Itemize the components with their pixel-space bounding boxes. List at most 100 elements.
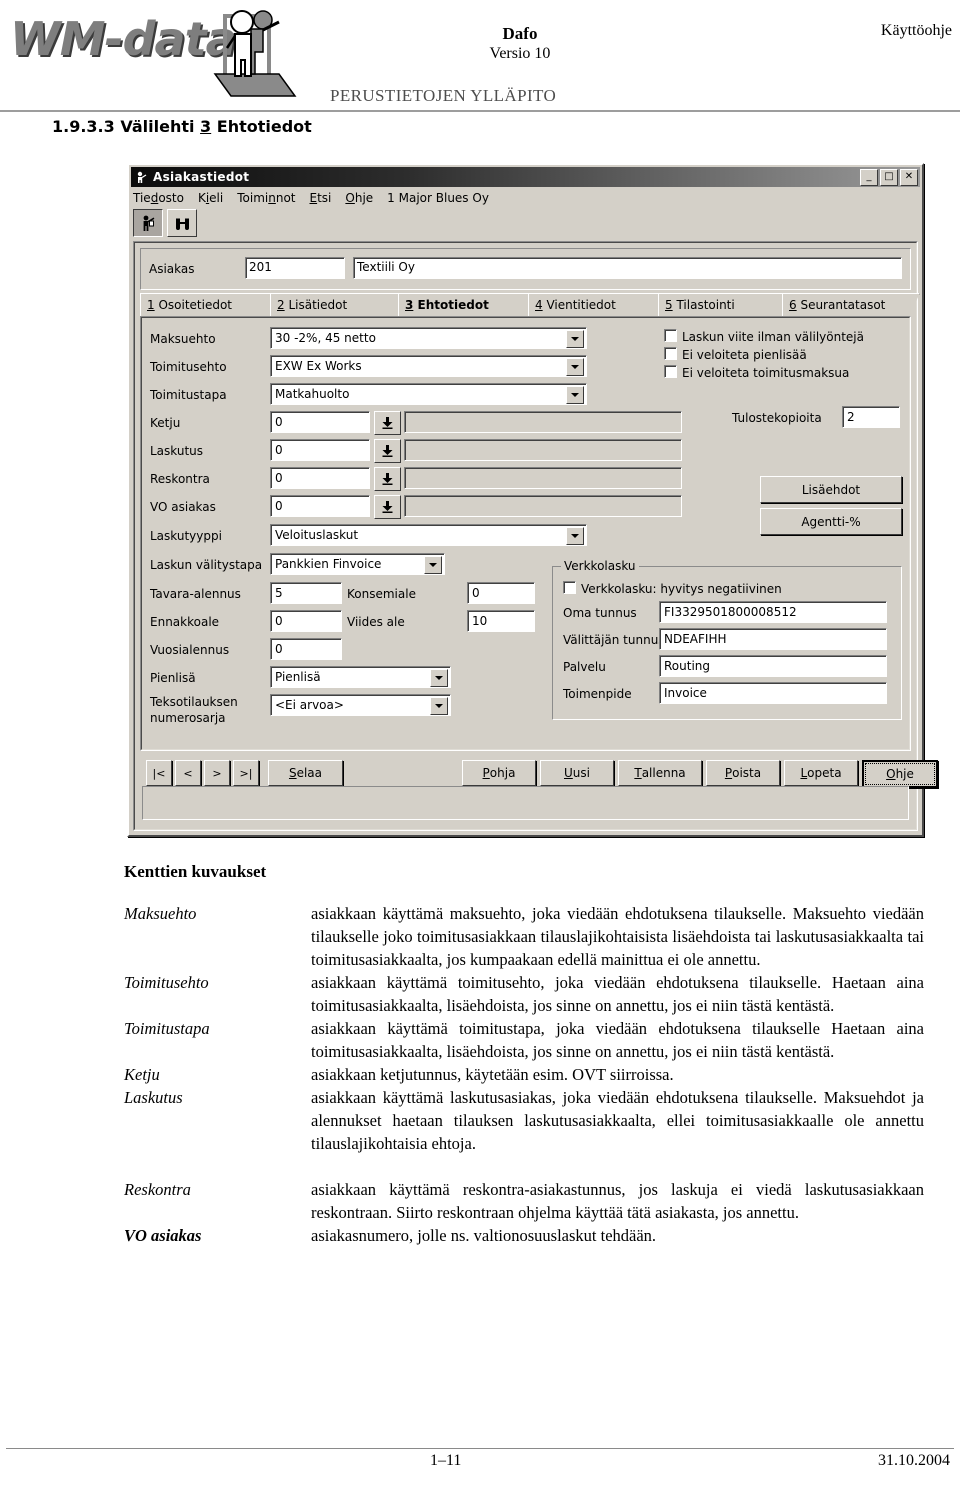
- laskutus-value: 0: [275, 443, 283, 457]
- ennakkoale-input[interactable]: 0: [270, 610, 342, 632]
- tallenna-button[interactable]: Tallenna: [618, 760, 702, 786]
- window-client-inner: Asiakas 201 Textiili Oy 1 Osoitetiedot 2…: [134, 242, 938, 830]
- uusi-button[interactable]: Uusi: [540, 760, 614, 786]
- poista-button[interactable]: Poista: [706, 760, 780, 786]
- teksotilauksen-value: <Ei arvoa>: [275, 698, 344, 712]
- lisaehdot-button[interactable]: Lisäehdot: [760, 476, 902, 503]
- laskutus-input[interactable]: 0: [270, 439, 370, 461]
- tab-seurantatasot[interactable]: 6 Seurantatasot: [782, 293, 920, 316]
- toimenpide-input[interactable]: Invoice: [659, 682, 887, 704]
- checkbox-box[interactable]: [664, 365, 677, 378]
- ketju-label: Ketju: [150, 416, 181, 430]
- menu-recent-customer[interactable]: 1 Major Blues Oy: [387, 191, 489, 205]
- konsemiale-input[interactable]: 0: [467, 582, 535, 604]
- description-term: Toimitustapa: [124, 1019, 210, 1038]
- ehtotiedot-panel: Maksuehto 30 -2%, 45 netto Toimitusehto …: [140, 316, 911, 751]
- lopeta-button[interactable]: Lopeta: [784, 760, 858, 786]
- selaa-button[interactable]: Selaa: [268, 760, 343, 786]
- viides-ale-input[interactable]: 10: [467, 610, 535, 632]
- close-button[interactable]: ✕: [900, 168, 918, 186]
- menu-kieli-pre: K: [197, 191, 206, 205]
- oma-tunnus-input[interactable]: FI3329501800008512: [659, 601, 887, 623]
- ketju-value: 0: [275, 415, 283, 429]
- toimitusehto-combo[interactable]: EXW Ex Works: [270, 355, 587, 377]
- ohje-button[interactable]: Ohje: [862, 760, 938, 788]
- ohje-key: O: [886, 767, 896, 781]
- menu-tiedosto[interactable]: Tiedosto: [133, 191, 184, 205]
- window-title: Asiakastiedot: [153, 170, 250, 184]
- chevron-down-icon[interactable]: [430, 697, 448, 715]
- last-record-button[interactable]: >|: [233, 760, 259, 786]
- tulostekopioita-input[interactable]: 2: [842, 406, 900, 428]
- tab-ehtotiedot[interactable]: 3 Ehtotiedot: [398, 293, 534, 316]
- document-subtitle: PERUSTIETOJEN YLLÄPITO: [330, 86, 557, 105]
- tab-lisatiedot[interactable]: 2 Lisätiedot: [270, 293, 404, 316]
- poista-label: oista: [732, 766, 762, 780]
- menu-ohje[interactable]: Ohje: [345, 191, 373, 205]
- minimize-button[interactable]: _: [860, 168, 878, 186]
- tab-vientitiedot[interactable]: 4 Vientitiedot: [528, 293, 664, 316]
- customer-name-input[interactable]: Textiili Oy: [353, 257, 902, 279]
- tab-osoitetiedot[interactable]: 1 Osoitetiedot: [140, 293, 276, 316]
- vo-asiakas-lookup-button[interactable]: [374, 495, 401, 519]
- description-text: asiakasnumero, jolle ns. valtionosuuslas…: [311, 1226, 657, 1245]
- pienlisa-combo[interactable]: Pienlisä: [270, 666, 451, 688]
- valittajan-tunnus-input[interactable]: NDEAFIHH: [659, 628, 887, 650]
- customer-toolbar-button[interactable]: [133, 209, 163, 237]
- checkbox-ei-veloiteta-pienlisaa[interactable]: Ei veloiteta pienlisää: [664, 347, 807, 362]
- tab-osoitetiedot-num: 1: [147, 298, 155, 312]
- vo-asiakas-input[interactable]: 0: [270, 495, 370, 517]
- next-record-button[interactable]: >: [204, 760, 230, 786]
- valittajan-tunnus-value: NDEAFIHH: [664, 632, 727, 646]
- tulostekopioita-label: Tulostekopioita: [732, 411, 822, 425]
- palvelu-input[interactable]: Routing: [659, 655, 887, 677]
- description-term: VO asiakas: [124, 1226, 202, 1245]
- tavara-alennus-input[interactable]: 5: [270, 582, 342, 604]
- checkbox-box[interactable]: [664, 347, 677, 360]
- first-record-button[interactable]: |<: [146, 760, 172, 786]
- chevron-down-icon[interactable]: [566, 527, 584, 545]
- teksotilauksen-numerosarja-combo[interactable]: <Ei arvoa>: [270, 694, 451, 716]
- reskontra-lookup-button[interactable]: [374, 467, 401, 491]
- laskutus-lookup-button[interactable]: [374, 439, 401, 463]
- ehtotiedot-panel-inner: Maksuehto 30 -2%, 45 netto Toimitusehto …: [141, 317, 910, 750]
- descriptions-list: Maksuehto asiakkaan käyttämä maksuehto, …: [124, 902, 924, 1247]
- maksuehto-combo[interactable]: 30 -2%, 45 netto: [270, 327, 587, 349]
- checkbox-verkkolasku-hyvitys[interactable]: Verkkolasku: hyvitys negatiivinen: [563, 581, 782, 596]
- chevron-down-icon[interactable]: [430, 669, 448, 687]
- window-titlebar[interactable]: Asiakastiedot _ □ ✕: [131, 167, 920, 187]
- maximize-button[interactable]: □: [880, 168, 898, 186]
- menu-kieli[interactable]: Kieli: [198, 191, 223, 205]
- agentti-button[interactable]: Agentti-%: [760, 508, 902, 535]
- chevron-down-icon[interactable]: [566, 330, 584, 348]
- selaa-label: elaa: [296, 766, 323, 780]
- chevron-down-icon[interactable]: [566, 358, 584, 376]
- customer-id-input[interactable]: 201: [245, 257, 345, 279]
- laskutyyppi-combo[interactable]: Veloituslaskut: [270, 524, 587, 546]
- checkbox-laskun-viite[interactable]: Laskun viite ilman välilyöntejä: [664, 329, 864, 344]
- menu-toiminnot[interactable]: Toiminnot: [237, 191, 295, 205]
- chevron-down-icon[interactable]: [566, 386, 584, 404]
- tab-tilastointi[interactable]: 5 Tilastointi: [658, 293, 788, 316]
- window-controls: _ □ ✕: [860, 168, 918, 186]
- chevron-down-icon[interactable]: [424, 556, 442, 574]
- checkbox-box[interactable]: [563, 581, 576, 594]
- previous-record-button[interactable]: <: [175, 760, 201, 786]
- pohja-key: P: [482, 766, 490, 780]
- checkbox-ei-veloiteta-toimitusmaksua[interactable]: Ei veloiteta toimitusmaksua: [664, 365, 849, 380]
- palvelu-label: Palvelu: [563, 660, 606, 674]
- vuosialennus-input[interactable]: 0: [270, 638, 342, 660]
- toimitustapa-combo[interactable]: Matkahuolto: [270, 383, 587, 405]
- menu-etsi[interactable]: Etsi: [310, 191, 332, 205]
- search-toolbar-button[interactable]: [167, 209, 197, 237]
- ketju-lookup-button[interactable]: [374, 411, 401, 435]
- laskun-valitystapa-combo[interactable]: Pankkien Finvoice: [270, 553, 445, 575]
- pohja-button[interactable]: Pohja: [462, 760, 536, 786]
- toimenpide-value: Invoice: [664, 686, 707, 700]
- ketju-input[interactable]: 0: [270, 411, 370, 433]
- reskontra-input[interactable]: 0: [270, 467, 370, 489]
- laskutus-label: Laskutus: [150, 444, 204, 458]
- menu-tiedosto-post: osto: [158, 191, 184, 205]
- viides-ale-label: Viides ale: [347, 615, 405, 629]
- checkbox-box[interactable]: [664, 329, 677, 342]
